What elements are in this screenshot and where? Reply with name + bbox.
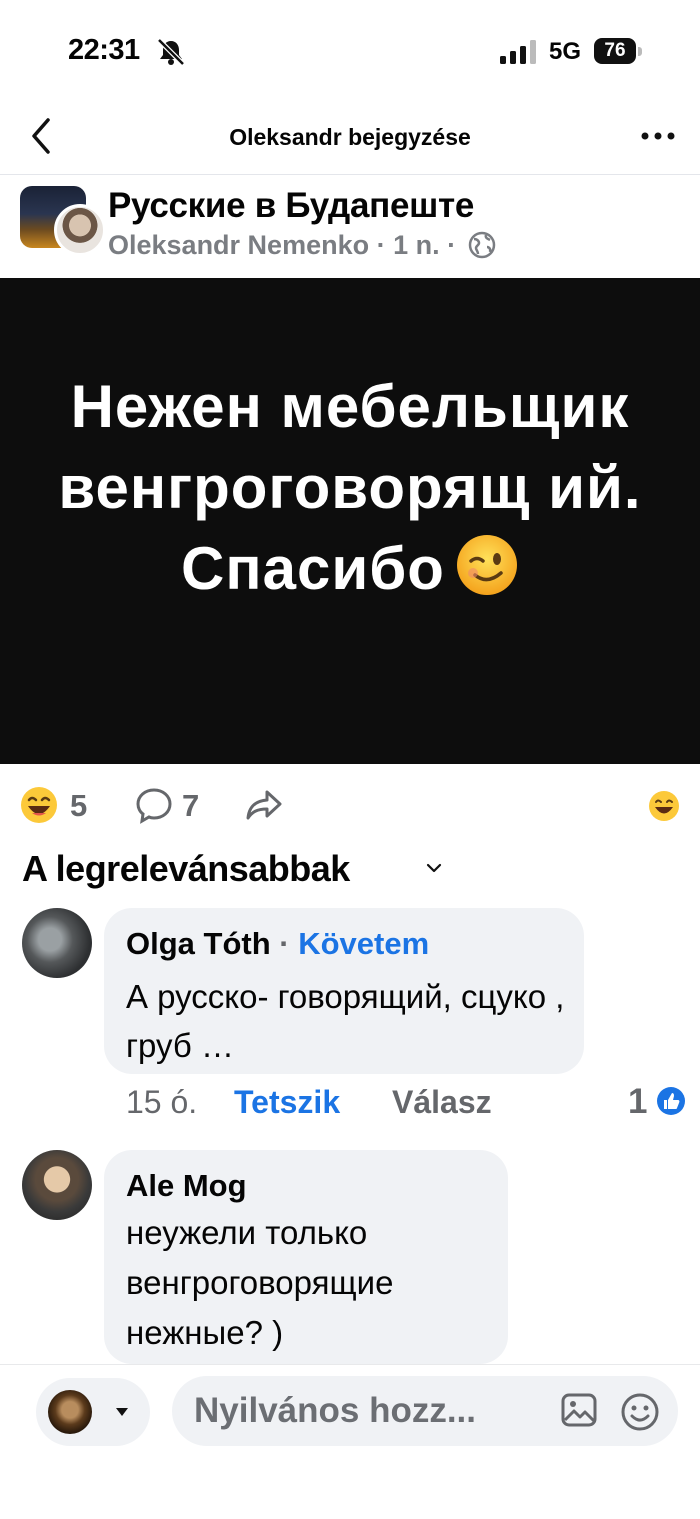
post-image[interactable]: Нежен мебельщик венгроговорящ ий. Спасиб… <box>0 278 700 764</box>
author-avatar[interactable] <box>54 204 106 256</box>
comment-author-line: Olga Tóth · Követem <box>126 926 429 962</box>
globe-icon <box>468 231 495 259</box>
post-meta: Oleksandr Nemenko · 1 n. · <box>108 230 496 261</box>
page-title: Oleksandr bejegyzése <box>229 124 471 150</box>
battery-icon: 76 <box>594 38 644 64</box>
haha-react-button-icon[interactable] <box>648 790 680 822</box>
chevron-down-icon[interactable] <box>424 860 444 876</box>
comment-author[interactable]: Ale Mog <box>126 1168 247 1204</box>
post-time[interactable]: 1 n. <box>393 230 440 260</box>
divider <box>0 174 700 175</box>
caret-down-icon <box>116 1408 128 1416</box>
status-time: 22:31 <box>68 34 140 66</box>
commenter-avatar[interactable] <box>22 908 92 978</box>
meta-separator: · <box>447 230 457 260</box>
commenter-avatar[interactable] <box>22 1150 92 1220</box>
comment-bubble: Olga Tóth · Követem А русско- говорящий,… <box>104 908 584 1074</box>
user-avatar <box>48 1390 92 1434</box>
comment-icon[interactable] <box>134 786 174 824</box>
comment-count[interactable]: 7 <box>182 788 199 824</box>
post-image-caption: Нежен мебельщик венгроговорящ ий. Спасиб… <box>58 373 642 602</box>
identity-switcher[interactable] <box>36 1378 150 1446</box>
post-image-text: Нежен мебельщик венгроговорящ ий. Спасиб… <box>30 366 670 609</box>
comment-text: неужели только венгроговорящие нежные? ) <box>126 1214 394 1351</box>
share-icon[interactable] <box>244 786 284 824</box>
comment-author[interactable]: Olga Tóth <box>126 926 271 961</box>
sort-dropdown[interactable]: A legrelevánsabbak <box>22 848 350 890</box>
reaction-count[interactable]: 5 <box>70 788 87 824</box>
comment-time: 15 ó. <box>126 1084 198 1120</box>
photo-icon[interactable] <box>560 1392 598 1428</box>
follow-link[interactable]: Követem <box>298 926 429 961</box>
comment-input[interactable] <box>172 1376 678 1446</box>
comment-text: А русско- говорящий, сцуко , груб … <box>126 978 565 1064</box>
signal-icon <box>500 40 536 64</box>
meta-separator: · <box>376 230 386 260</box>
author-name[interactable]: Oleksandr Nemenko <box>108 230 369 260</box>
like-button[interactable]: Tetszik <box>234 1084 340 1121</box>
network-label: 5G <box>549 38 582 65</box>
reply-button[interactable]: Válasz <box>392 1084 492 1121</box>
group-name[interactable]: Русские в Будапеште <box>108 186 474 226</box>
more-options-button[interactable] <box>638 126 678 146</box>
thumbs-up-icon[interactable] <box>656 1086 686 1116</box>
comment-like-count[interactable]: 1 <box>628 1082 647 1122</box>
bell-off-icon <box>157 38 185 66</box>
winking-face-icon <box>456 535 517 595</box>
comment-bubble: Ale Mog неужели только венгроговорящие н… <box>104 1150 508 1364</box>
battery-level: 76 <box>594 38 636 64</box>
meta-separator: · <box>279 926 290 961</box>
emoji-icon[interactable] <box>620 1392 660 1432</box>
haha-reaction-icon[interactable] <box>20 786 58 824</box>
